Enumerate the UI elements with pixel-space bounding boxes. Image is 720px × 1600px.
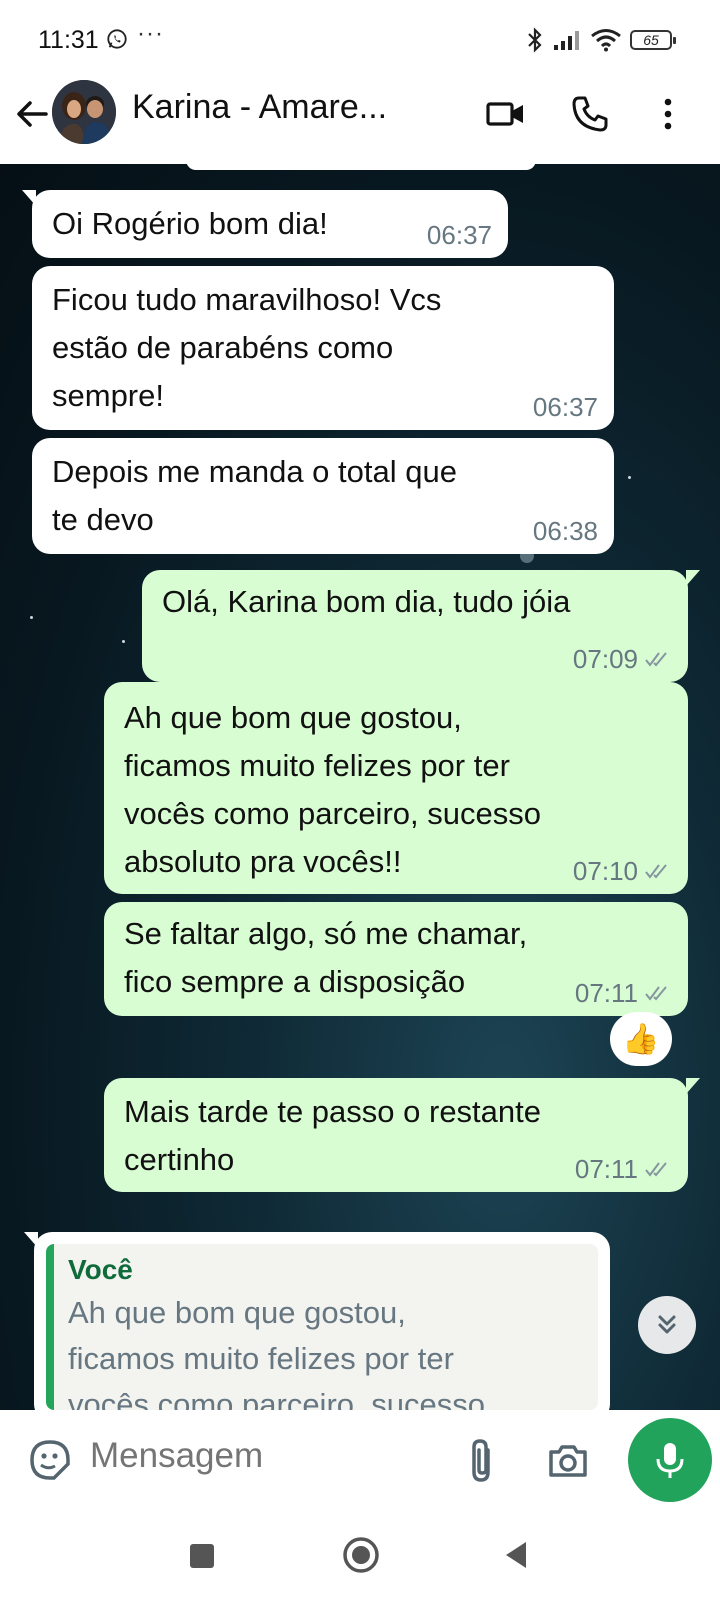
message-input[interactable] xyxy=(90,1436,430,1476)
thumbs-up-reaction[interactable]: 👍 xyxy=(610,1012,672,1066)
chat-title[interactable]: Karina - Amare... xyxy=(132,88,387,127)
camera-icon[interactable] xyxy=(546,1438,590,1482)
video-call-icon[interactable] xyxy=(486,94,526,134)
signal-icon xyxy=(554,31,579,50)
message-outgoing[interactable]: Se faltar algo, só me chamar, fico sempr… xyxy=(104,902,688,1016)
quoted-author: Você xyxy=(68,1254,133,1285)
nav-home-icon[interactable] xyxy=(342,1536,380,1574)
message-meta: 06:37 xyxy=(533,392,598,422)
bubble-tail xyxy=(22,190,36,206)
message-meta: 07:09 xyxy=(573,644,672,674)
nav-recents-icon[interactable] xyxy=(190,1544,214,1568)
message-incoming-reply[interactable]: Você Ah que bom que gostou, ficamos muit… xyxy=(24,1232,610,1410)
message-time: 06:37 xyxy=(532,392,598,422)
message-outgoing[interactable]: Ah que bom que gostou, ficamos muito fel… xyxy=(104,682,688,894)
chat-area[interactable]: Oi Rogério bom dia! 06:37 Ficou tudo mar… xyxy=(0,164,720,1410)
mic-icon xyxy=(656,1443,684,1478)
chat-header: Karina - Amare... xyxy=(0,80,720,164)
nav-back-icon[interactable] xyxy=(502,1540,530,1570)
whatsapp-icon xyxy=(107,29,127,49)
phone-icon[interactable] xyxy=(570,94,610,134)
avatar[interactable] xyxy=(52,80,116,144)
scroll-down-button[interactable] xyxy=(638,1296,696,1354)
message-time: 07:09 xyxy=(572,644,638,674)
message-text: Depois me manda o total que te devo xyxy=(52,454,457,537)
background-star xyxy=(122,640,125,643)
status-bar: 11:31 ··· 65 xyxy=(0,0,720,80)
bubble-tail xyxy=(686,1078,700,1094)
message-time: 07:10 xyxy=(572,856,638,886)
system-nav-bar xyxy=(0,1510,720,1600)
battery-level: 65 xyxy=(643,32,659,48)
bubble-tail xyxy=(686,570,700,586)
previous-message-edge xyxy=(186,164,536,170)
status-icons: 65 xyxy=(526,26,676,54)
message-time: 07:11 xyxy=(574,978,638,1008)
background-star xyxy=(30,616,33,619)
attach-clip-icon[interactable] xyxy=(462,1436,502,1484)
message-input-bar[interactable] xyxy=(10,1418,614,1502)
message-time: 06:37 xyxy=(426,220,492,250)
bubble-tail xyxy=(24,1232,38,1248)
quoted-text: Ah que bom que gostou, ficamos muito fel… xyxy=(68,1295,485,1410)
back-arrow-icon[interactable] xyxy=(14,96,50,132)
message-meta: 06:38 xyxy=(533,516,598,546)
message-text: Olá, Karina bom dia, tudo jóia xyxy=(162,584,571,619)
message-meta: 06:37 xyxy=(427,220,492,250)
quoted-message[interactable]: Você Ah que bom que gostou, ficamos muit… xyxy=(46,1244,598,1410)
status-overflow-dots: ··· xyxy=(137,20,164,47)
message-meta: 07:11 xyxy=(575,978,672,1008)
message-text: Ficou tudo maravilhoso! Vcs estão de par… xyxy=(52,282,442,413)
message-outgoing[interactable]: Olá, Karina bom dia, tudo jóia 07:09 xyxy=(142,570,700,682)
message-outgoing[interactable]: Mais tarde te passo o restante certinho … xyxy=(104,1078,700,1192)
message-meta: 07:10 xyxy=(573,856,672,886)
message-time: 06:38 xyxy=(532,516,598,546)
double-check-icon xyxy=(645,652,667,667)
message-incoming[interactable]: Ficou tudo maravilhoso! Vcs estão de par… xyxy=(32,266,614,430)
voice-message-button[interactable] xyxy=(628,1418,712,1502)
sticker-emoji-icon[interactable] xyxy=(28,1438,72,1482)
message-incoming[interactable]: Oi Rogério bom dia! 06:37 xyxy=(22,190,508,258)
message-text: Oi Rogério bom dia! xyxy=(52,206,328,241)
double-check-icon xyxy=(645,1162,667,1177)
scroll-down-icon xyxy=(658,1315,676,1334)
message-incoming[interactable]: Depois me manda o total que te devo 06:3… xyxy=(32,438,614,554)
bluetooth-icon xyxy=(528,27,542,53)
double-check-icon xyxy=(645,986,667,1001)
avatar-photo xyxy=(52,80,116,144)
more-vert-icon[interactable] xyxy=(648,94,688,134)
battery-icon: 65 xyxy=(630,30,676,50)
double-check-icon xyxy=(645,864,667,879)
background-star xyxy=(628,476,631,479)
status-time: 11:31 xyxy=(38,26,99,54)
message-meta: 07:11 xyxy=(575,1154,672,1184)
wifi-icon xyxy=(591,29,621,52)
message-time: 07:11 xyxy=(574,1154,638,1184)
